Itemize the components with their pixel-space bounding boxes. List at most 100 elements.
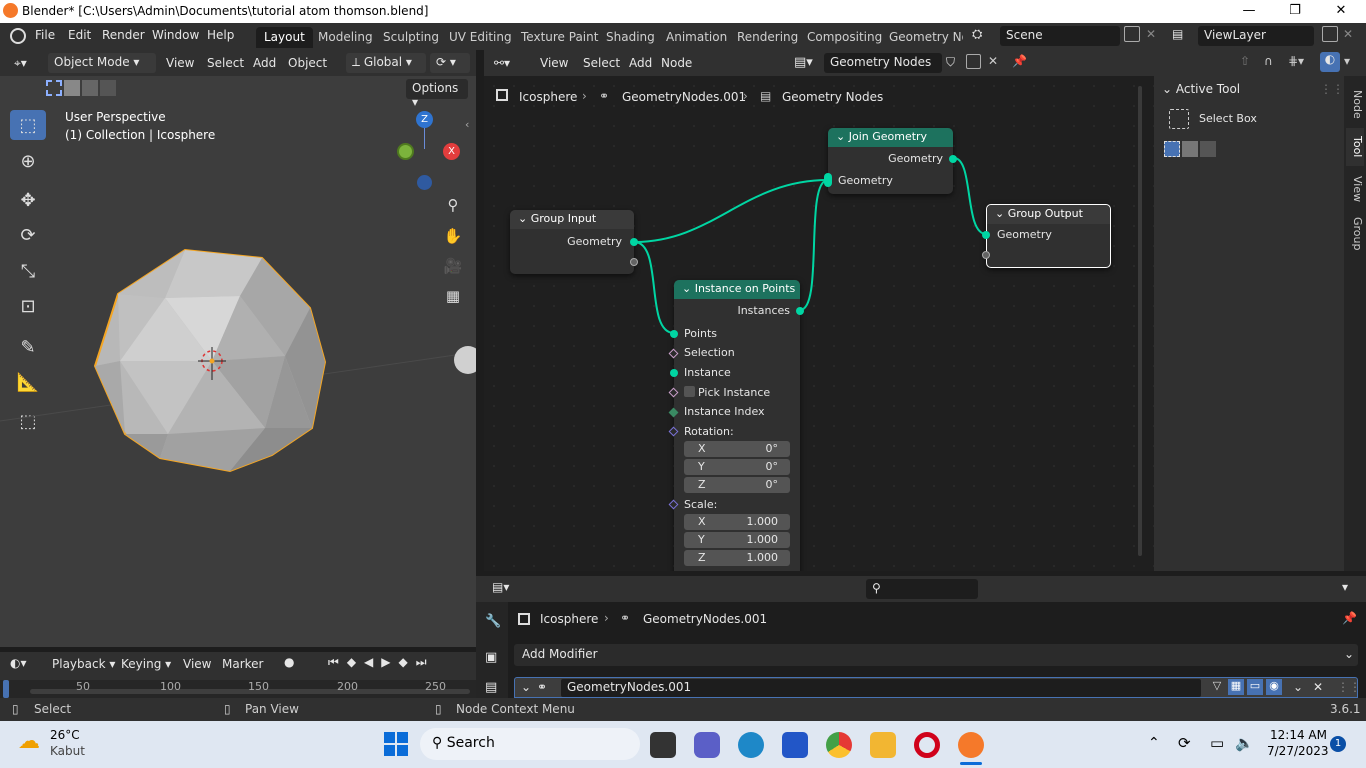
socket-geometry-out[interactable]	[630, 238, 638, 246]
overlay-dropdown-icon[interactable]: ▾	[1344, 54, 1350, 68]
node-editor-scrollbar[interactable]	[1138, 86, 1142, 556]
socket-geometry-out[interactable]	[949, 155, 957, 163]
menu-render[interactable]: Render	[102, 28, 145, 42]
blender-taskbar-icon[interactable]	[958, 732, 984, 758]
jump-end-icon[interactable]: ⏭	[416, 655, 427, 670]
second-sphere[interactable]	[454, 346, 476, 374]
socket-empty-in[interactable]	[982, 251, 990, 259]
properties-editor-type-icon[interactable]: ▤▾	[492, 580, 509, 594]
sidebar-tab-tool[interactable]: Tool	[1346, 128, 1364, 166]
remove-modifier-icon[interactable]: ✕	[1313, 680, 1323, 694]
timeline-editor-type-icon[interactable]: ◐▾	[10, 656, 27, 670]
duplicate-tree-icon[interactable]	[966, 54, 981, 69]
tab-animation[interactable]: Animation	[658, 27, 735, 48]
node-editor-type-icon[interactable]: ⚯▾	[488, 54, 516, 74]
view-layer-icon[interactable]: ▤	[1172, 27, 1183, 41]
pivot-selector[interactable]: ⟳ ▾	[430, 53, 470, 73]
pick-instance-checkbox[interactable]	[684, 386, 695, 397]
new-scene-icon[interactable]	[1124, 26, 1140, 42]
task-view-icon[interactable]	[650, 732, 676, 758]
timeline-scrubber[interactable]: 50 100 150 200 250	[0, 680, 476, 698]
scene-selector[interactable]: Scene	[1000, 26, 1120, 46]
store-icon[interactable]	[782, 732, 808, 758]
rotation-x-field[interactable]: X 0°	[684, 441, 790, 457]
render-camera-icon[interactable]: ◉	[1266, 679, 1282, 695]
node-menu-select[interactable]: Select	[577, 54, 626, 74]
pin-icon[interactable]: 📌	[1342, 611, 1357, 625]
modifier-name-field[interactable]: GeometryNodes.001	[561, 679, 1201, 697]
properties-options-icon[interactable]: ▾	[1342, 580, 1348, 594]
tab-compositing[interactable]: Compositing	[799, 27, 890, 48]
tab-rendering[interactable]: Rendering	[729, 27, 806, 48]
maximize-icon[interactable]: ❐	[1272, 0, 1318, 23]
viewport-menu-view[interactable]: View	[160, 54, 200, 74]
panel-drag-icon[interactable]: ⋮⋮	[1320, 82, 1344, 96]
menu-file[interactable]: File	[35, 28, 55, 42]
parent-tree-icon[interactable]: ⇧	[1240, 54, 1250, 68]
editor-type-icon[interactable]: ⌖▾	[8, 54, 33, 74]
mode-subtract-icon[interactable]	[1200, 141, 1216, 157]
on-cage-icon[interactable]: ▦	[1228, 679, 1244, 695]
socket-empty-out[interactable]	[630, 258, 638, 266]
modifier-options-icon[interactable]: ⌄	[1293, 680, 1303, 694]
collapse-modifier-icon[interactable]: ⌄	[521, 680, 531, 694]
node-header[interactable]: ⌄ Group Output	[987, 205, 1110, 224]
tab-geometry-nodes[interactable]: Geometry Noc	[881, 27, 963, 48]
node-group-input[interactable]: ⌄ Group Input Geometry	[510, 210, 638, 274]
mode-extend-icon[interactable]	[1182, 141, 1198, 157]
blender-menu-icon[interactable]	[10, 28, 26, 44]
windows-start-icon[interactable]	[384, 732, 408, 756]
clock-time[interactable]: 12:14 AM	[1270, 728, 1327, 742]
close-window-icon[interactable]: ✕	[1318, 0, 1364, 23]
sidebar-tab-view[interactable]: View	[1346, 170, 1364, 208]
node-menu-view[interactable]: View	[534, 54, 574, 74]
minimize-icon[interactable]: —	[1226, 0, 1272, 23]
node-instance-on-points[interactable]: ⌄ Instance on Points Instances Points Se…	[668, 280, 804, 571]
play-icon[interactable]: ▶	[381, 655, 390, 670]
unlink-tree-icon[interactable]: ✕	[988, 54, 998, 68]
add-modifier-button[interactable]: Add Modifier ⌄	[514, 644, 1358, 666]
timeline-menu-playback[interactable]: Playback ▾	[52, 657, 115, 671]
node-tree-browse-icon[interactable]: ▤▾	[794, 55, 813, 70]
tab-shading[interactable]: Shading	[598, 27, 663, 48]
scale-x-field[interactable]: X 1.000	[684, 514, 790, 530]
node-header[interactable]: ⌄ Instance on Points	[674, 280, 800, 299]
chrome-icon[interactable]	[826, 732, 852, 758]
scene-icon[interactable]: ⛭	[972, 27, 982, 42]
view-layer-selector[interactable]: ViewLayer	[1198, 26, 1314, 46]
timeline-menu-view[interactable]: View	[183, 657, 211, 671]
menu-help[interactable]: Help	[207, 28, 234, 42]
socket-instance-in[interactable]	[670, 369, 678, 377]
node-menu-add[interactable]: Add	[623, 54, 658, 74]
node-header[interactable]: ⌄ Group Input	[510, 210, 634, 229]
node-header[interactable]: ⌄ Join Geometry	[828, 128, 953, 147]
tab-texture-paint[interactable]: Texture Paint	[513, 27, 606, 48]
playhead[interactable]	[3, 680, 9, 698]
clock-date[interactable]: 7/27/2023	[1267, 744, 1329, 758]
edge-icon[interactable]	[738, 732, 764, 758]
volume-icon[interactable]: 🔈	[1235, 734, 1254, 752]
node-tree-name-field[interactable]: Geometry Nodes	[824, 53, 942, 73]
tool-tab-icon[interactable]: 🔧	[485, 614, 501, 629]
snap-options-icon[interactable]: ⋕▾	[1288, 54, 1304, 68]
timeline-menu-keying[interactable]: Keying ▾	[121, 657, 171, 671]
delete-view-layer-icon[interactable]: ✕	[1343, 27, 1353, 41]
sidebar-tab-node[interactable]: Node	[1346, 82, 1364, 126]
menu-window[interactable]: Window	[152, 28, 199, 42]
mode-selector[interactable]: Object Mode ▾	[48, 53, 156, 73]
weather-desc[interactable]: Kabut	[50, 744, 85, 758]
tab-sculpting[interactable]: Sculpting	[375, 27, 447, 48]
socket-points-in[interactable]	[670, 330, 678, 338]
weather-temp[interactable]: 26°C	[50, 728, 80, 742]
jump-start-icon[interactable]: ⏮	[328, 655, 339, 670]
play-reverse-icon[interactable]: ◀	[364, 655, 373, 670]
socket-geometry-in[interactable]	[824, 173, 832, 187]
scale-y-field[interactable]: Y 1.000	[684, 532, 790, 548]
node-join-geometry[interactable]: ⌄ Join Geometry Geometry Geometry	[824, 128, 957, 194]
viewport-menu-select[interactable]: Select	[201, 54, 250, 74]
rotation-y-field[interactable]: Y 0°	[684, 459, 790, 475]
menu-edit[interactable]: Edit	[68, 28, 91, 42]
node-group-output[interactable]: ⌄ Group Output Geometry	[982, 204, 1111, 268]
prev-keyframe-icon[interactable]: ◆	[347, 655, 356, 670]
opera-icon[interactable]	[914, 732, 940, 758]
